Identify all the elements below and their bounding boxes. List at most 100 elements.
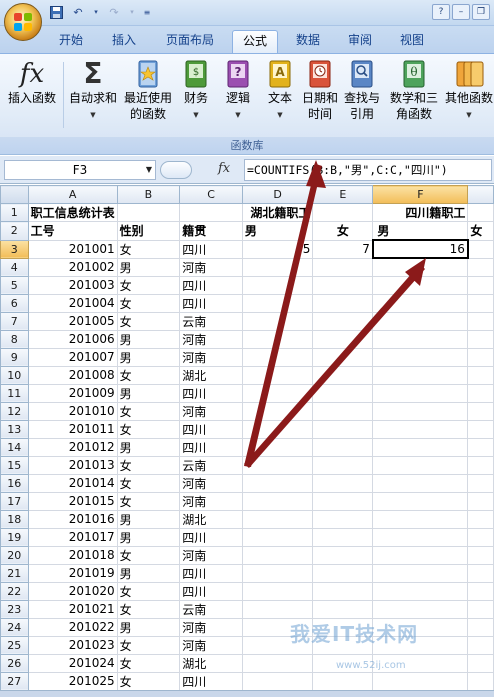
cell-b[interactable]: 男 xyxy=(116,509,181,529)
cell-b[interactable]: 男 xyxy=(116,347,181,367)
cell-e[interactable] xyxy=(312,581,374,601)
cell-b[interactable]: 女 xyxy=(116,581,181,601)
cell-a[interactable]: 201001 xyxy=(27,239,118,259)
row-header[interactable]: 2 xyxy=(0,221,29,241)
cell-b[interactable]: 女 xyxy=(116,653,181,673)
row-header[interactable]: 20 xyxy=(0,545,29,565)
cell-c[interactable]: 四川 xyxy=(179,419,243,439)
cell-f[interactable] xyxy=(372,257,469,277)
cell-a[interactable]: 201009 xyxy=(27,383,118,403)
undo-icon[interactable]: ↶ xyxy=(70,4,86,20)
cell-c[interactable]: 四川 xyxy=(179,581,243,601)
column-header-f[interactable]: F xyxy=(372,185,469,204)
cell-g[interactable] xyxy=(467,635,494,655)
cell-g[interactable] xyxy=(467,329,494,349)
column-header-c[interactable]: C xyxy=(179,185,243,204)
cell-c[interactable]: 四川 xyxy=(179,671,243,691)
cell-d[interactable] xyxy=(241,527,314,547)
cell-g[interactable] xyxy=(467,239,494,259)
cell-d[interactable] xyxy=(241,365,314,385)
cell-d[interactable] xyxy=(241,275,314,295)
cell-c[interactable]: 河南 xyxy=(179,473,243,493)
cell-f[interactable] xyxy=(372,347,469,367)
autosum-dropdown-icon[interactable]: ▼ xyxy=(66,107,120,124)
cell-b[interactable]: 男 xyxy=(116,527,181,547)
cell-a[interactable]: 201010 xyxy=(27,401,118,421)
tab-home[interactable]: 开始 xyxy=(50,30,92,53)
cell-a[interactable]: 201017 xyxy=(27,527,118,547)
cell-e[interactable] xyxy=(312,383,374,403)
cell-f[interactable] xyxy=(372,563,469,583)
column-header-b[interactable]: B xyxy=(116,185,181,204)
cell-e[interactable]: 7 xyxy=(312,239,374,259)
cell-d[interactable] xyxy=(241,653,314,673)
cell-g[interactable] xyxy=(467,617,494,637)
cell-c[interactable]: 云南 xyxy=(179,599,243,619)
cell-b[interactable]: 女 xyxy=(116,239,181,259)
cell-e[interactable] xyxy=(312,419,374,439)
row-header[interactable]: 10 xyxy=(0,365,29,385)
cell-e[interactable] xyxy=(312,473,374,493)
name-box[interactable]: F3 ▼ xyxy=(4,160,156,180)
cell-g[interactable] xyxy=(467,473,494,493)
cell-c[interactable]: 湖北 xyxy=(179,509,243,529)
cell-d[interactable] xyxy=(241,257,314,277)
redo-dropdown-icon[interactable]: ▾ xyxy=(128,4,136,20)
cell-d[interactable] xyxy=(241,671,314,691)
cell-g[interactable] xyxy=(467,599,494,619)
row-header[interactable]: 23 xyxy=(0,599,29,619)
cell-e[interactable] xyxy=(312,437,374,457)
row-header[interactable]: 9 xyxy=(0,347,29,367)
cell-e[interactable] xyxy=(312,365,374,385)
cell-c[interactable] xyxy=(179,203,243,222)
cell-e[interactable] xyxy=(312,545,374,565)
lookup-reference-button[interactable]: 查找与引用 xyxy=(342,58,382,122)
cell-e[interactable] xyxy=(312,509,374,529)
cell-f[interactable] xyxy=(372,365,469,385)
cell-b[interactable]: 男 xyxy=(116,257,181,277)
cell-c[interactable]: 河南 xyxy=(179,545,243,565)
cell-e[interactable] xyxy=(312,401,374,421)
cell-f[interactable]: 16 xyxy=(371,239,469,259)
cell-a[interactable]: 201002 xyxy=(27,257,118,277)
cell-a[interactable]: 201004 xyxy=(27,293,118,313)
cell-b[interactable] xyxy=(116,203,181,222)
cell-a[interactable]: 201006 xyxy=(27,329,118,349)
cell-d[interactable]: 湖北籍职工 xyxy=(241,203,314,222)
cell-a[interactable]: 201007 xyxy=(27,347,118,367)
column-header-e[interactable]: E xyxy=(312,185,374,204)
cell-d[interactable] xyxy=(241,581,314,601)
cell-d[interactable] xyxy=(241,563,314,583)
row-header[interactable]: 12 xyxy=(0,401,29,421)
column-header-a[interactable]: A xyxy=(27,185,118,204)
customize-toolbar-icon[interactable]: ≡ xyxy=(142,4,152,20)
cell-c[interactable]: 河南 xyxy=(179,329,243,349)
row-header[interactable]: 17 xyxy=(0,491,29,511)
cell-e[interactable] xyxy=(312,347,374,367)
cell-e[interactable] xyxy=(312,293,374,313)
cell-f[interactable] xyxy=(372,527,469,547)
cell-g[interactable] xyxy=(467,455,494,475)
math-trig-button[interactable]: θ 数学和三角函数 xyxy=(388,58,440,122)
tab-page-layout[interactable]: 页面布局 xyxy=(158,30,222,53)
cell-g[interactable] xyxy=(467,491,494,511)
cell-a[interactable]: 201021 xyxy=(27,599,118,619)
cell-e[interactable]: 女 xyxy=(312,221,374,241)
office-button[interactable] xyxy=(4,3,42,41)
cell-d[interactable] xyxy=(241,419,314,439)
cell-a[interactable]: 201016 xyxy=(27,509,118,529)
cell-g[interactable] xyxy=(467,419,494,439)
cell-d[interactable] xyxy=(241,491,314,511)
cell-b[interactable]: 女 xyxy=(116,491,181,511)
cell-a[interactable]: 201023 xyxy=(27,635,118,655)
cell-a[interactable]: 201013 xyxy=(27,455,118,475)
cell-e[interactable] xyxy=(312,671,374,691)
cell-f[interactable]: 四川籍职工 xyxy=(372,203,469,222)
cell-b[interactable]: 女 xyxy=(116,311,181,331)
cell-c[interactable]: 河南 xyxy=(179,617,243,637)
row-header[interactable]: 11 xyxy=(0,383,29,403)
cell-d[interactable] xyxy=(241,383,314,403)
row-header[interactable]: 27 xyxy=(0,671,29,691)
cell-g[interactable] xyxy=(467,275,494,295)
row-header[interactable]: 19 xyxy=(0,527,29,547)
